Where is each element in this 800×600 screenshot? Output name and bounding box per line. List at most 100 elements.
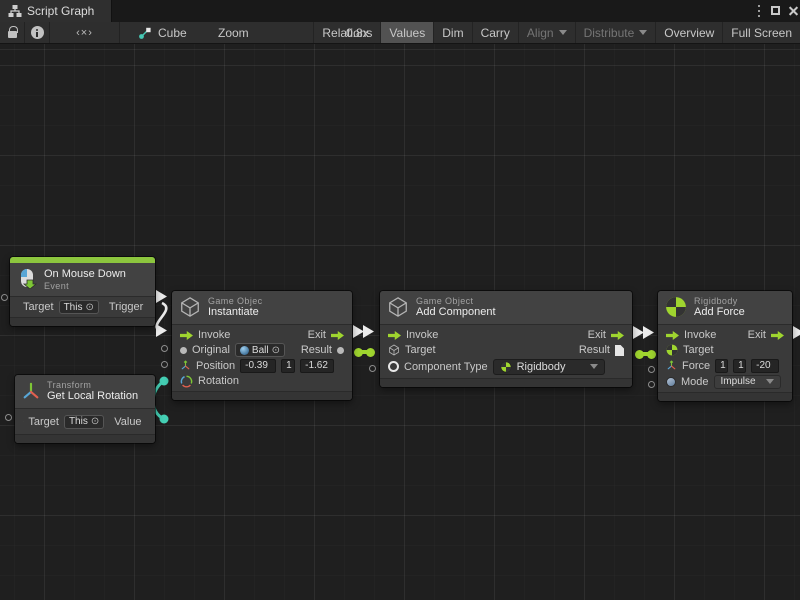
flow-arrow-icon[interactable] <box>643 326 654 339</box>
node-get-local-rotation[interactable]: Transform Get Local Rotation Target This… <box>15 375 155 443</box>
target-value-chip[interactable]: This ⊙ <box>59 300 99 314</box>
connection-result-target[interactable] <box>639 352 652 356</box>
object-picker-icon[interactable]: ⊙ <box>85 302 93 313</box>
position-x-field[interactable]: -0.39 <box>240 359 276 373</box>
node-footer <box>172 391 352 400</box>
rotation-icon <box>180 375 193 388</box>
tab-script-graph[interactable]: Script Graph <box>0 0 112 22</box>
mode-value: Impulse <box>721 376 756 387</box>
node-add-force[interactable]: Rigidbody Add Force Invoke Exit <box>658 291 792 401</box>
exit-label: Exit <box>748 329 766 341</box>
object-picker-icon[interactable]: ⊙ <box>91 416 99 427</box>
input-port[interactable] <box>161 345 168 352</box>
target-value-chip[interactable]: This ⊙ <box>64 415 104 429</box>
component-type-dropdown[interactable]: Rigidbody <box>493 359 605 375</box>
result-output-port[interactable] <box>337 347 344 354</box>
graph-canvas[interactable]: On Mouse Down Event Target This ⊙ Trigge… <box>0 44 800 600</box>
force-z-field[interactable]: -20 <box>751 359 779 373</box>
lock-button[interactable] <box>0 22 25 43</box>
node-header[interactable]: On Mouse Down Event <box>10 263 155 297</box>
exit-label: Exit <box>308 329 326 341</box>
exit-output-port[interactable] <box>331 331 344 340</box>
carry-button[interactable]: Carry <box>472 22 518 43</box>
node-title: Add Force <box>694 306 745 319</box>
result-output-port[interactable] <box>615 345 624 356</box>
flow-arrow-icon[interactable] <box>793 326 800 339</box>
relations-button[interactable]: Relations <box>313 22 380 43</box>
force-x-field[interactable]: 1 <box>715 359 728 373</box>
flow-arrow-icon[interactable] <box>633 326 644 339</box>
object-picker-icon[interactable]: ⊙ <box>272 345 280 356</box>
inspect-button[interactable] <box>25 22 50 43</box>
position-label: Position <box>196 360 235 372</box>
invoke-input-port[interactable] <box>180 331 193 340</box>
mode-dropdown[interactable]: Impulse <box>714 375 781 389</box>
port-row-target: Target Result <box>380 343 632 358</box>
input-port[interactable] <box>161 361 168 368</box>
flow-arrow-icon[interactable] <box>156 290 167 303</box>
values-button[interactable]: Values <box>380 22 433 43</box>
align-button[interactable]: Align <box>518 22 575 43</box>
connection-result-target[interactable] <box>358 350 371 354</box>
node-header[interactable]: Game Object Add Component <box>380 291 632 325</box>
node-on-mouse-down[interactable]: On Mouse Down Event Target This ⊙ Trigge… <box>10 257 155 326</box>
maximize-icon[interactable] <box>768 3 784 19</box>
node-header[interactable]: Rigidbody Add Force <box>658 291 792 325</box>
original-value-chip[interactable]: Ball ⊙ <box>235 343 285 357</box>
exit-output-port[interactable] <box>611 331 624 340</box>
input-port[interactable] <box>369 365 376 372</box>
target-label: Target <box>683 344 714 356</box>
node-category: Game Objec <box>208 296 263 306</box>
input-port[interactable] <box>5 414 12 421</box>
tab-bar: Script Graph <box>0 0 800 22</box>
input-port[interactable] <box>1 294 8 301</box>
original-input-port[interactable] <box>180 347 187 354</box>
node-title: Instantiate <box>208 306 263 319</box>
graph-breadcrumb[interactable]: Cube <box>138 22 187 43</box>
connection-endpoint[interactable] <box>160 377 169 386</box>
type-input-port[interactable] <box>388 361 399 372</box>
node-instantiate[interactable]: Game Objec Instantiate Invoke Exit Origi… <box>172 291 352 400</box>
lock-icon <box>8 31 17 38</box>
port-row-component-type: Component Type Rigidbody <box>380 358 632 376</box>
rigidbody-icon <box>665 296 687 318</box>
target-value: This <box>69 416 88 427</box>
node-title: On Mouse Down <box>44 268 126 281</box>
toolbar-buttons: Relations Values Dim Carry Align Distrib… <box>313 22 800 43</box>
code-icon: ‹×› <box>76 27 93 39</box>
overview-button[interactable]: Overview <box>655 22 722 43</box>
position-z-field[interactable]: -1.62 <box>300 359 334 373</box>
window-menu-icon[interactable] <box>751 3 767 19</box>
force-y-field[interactable]: 1 <box>733 359 746 373</box>
flow-arrow-icon[interactable] <box>156 324 167 337</box>
full-screen-button[interactable]: Full Screen <box>722 22 800 43</box>
target-label: Target <box>28 416 59 428</box>
preview-code-button[interactable]: ‹×› <box>50 22 120 43</box>
node-header[interactable]: Game Objec Instantiate <box>172 291 352 325</box>
node-header[interactable]: Transform Get Local Rotation <box>15 375 155 409</box>
node-category: Transform <box>47 380 138 390</box>
node-add-component[interactable]: Game Object Add Component Invoke Exit Ta… <box>380 291 632 387</box>
flow-arrow-icon[interactable] <box>353 325 364 338</box>
force-icon <box>666 360 677 371</box>
input-port[interactable] <box>648 381 655 388</box>
flow-arrow-icon[interactable] <box>363 325 374 338</box>
original-value: Ball <box>252 345 269 356</box>
invoke-input-port[interactable] <box>666 331 679 340</box>
chevron-down-icon <box>766 379 774 384</box>
position-y-field[interactable]: 1 <box>281 359 295 373</box>
chevron-down-icon <box>590 364 598 369</box>
input-port[interactable] <box>648 366 655 373</box>
dim-button[interactable]: Dim <box>433 22 471 43</box>
component-type-label: Component Type <box>404 361 488 373</box>
exit-output-port[interactable] <box>771 331 784 340</box>
close-icon[interactable] <box>786 3 800 19</box>
connection-endpoint[interactable] <box>160 415 169 424</box>
rigidbody-icon <box>666 344 678 356</box>
node-footer <box>10 317 155 326</box>
node-title: Get Local Rotation <box>47 390 138 403</box>
script-graph-window: Script Graph ‹×› Cube Zoom 0.8x <box>0 0 800 600</box>
node-subtitle: Event <box>44 281 126 291</box>
invoke-input-port[interactable] <box>388 331 401 340</box>
distribute-button[interactable]: Distribute <box>575 22 656 43</box>
